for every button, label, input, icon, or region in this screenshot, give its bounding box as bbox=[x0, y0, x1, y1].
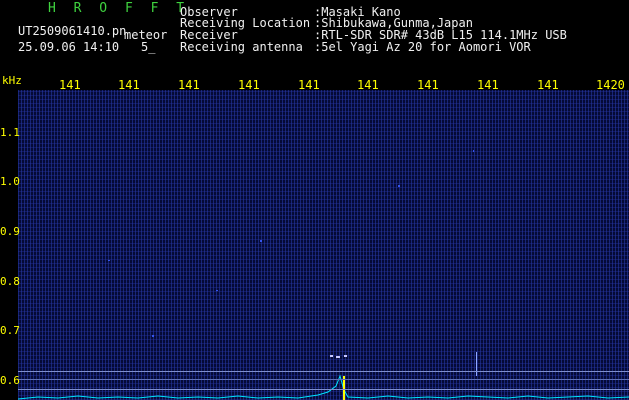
y-tick: 0.7 bbox=[0, 324, 20, 337]
y-tick: 1.0 bbox=[0, 175, 20, 188]
marker-line-upper bbox=[18, 371, 629, 372]
spectrogram-overlay bbox=[18, 150, 629, 400]
app-title: H R O F F T bbox=[48, 1, 190, 16]
antenna-key: Receiving antenna bbox=[180, 40, 303, 54]
antenna-value: :5el Yagi Az 20 for Aomori VOR bbox=[314, 40, 531, 54]
marker-line-mid bbox=[18, 379, 629, 380]
marker-line-lower bbox=[18, 389, 629, 390]
y-tick: 0.8 bbox=[0, 275, 20, 288]
datetime: 25.09.06 14:10 bbox=[18, 40, 120, 54]
filename: UT2509061410.pn bbox=[18, 24, 127, 38]
y-tick: 1.1 bbox=[0, 126, 20, 139]
y-tick: 0.9 bbox=[0, 225, 20, 238]
y-tick: 0.6 bbox=[0, 374, 20, 387]
header-panel: H R O F F T UT2509061410.pn meteor 25.09… bbox=[0, 0, 629, 76]
counter: 5_ bbox=[141, 40, 156, 54]
spectrogram bbox=[18, 90, 629, 400]
